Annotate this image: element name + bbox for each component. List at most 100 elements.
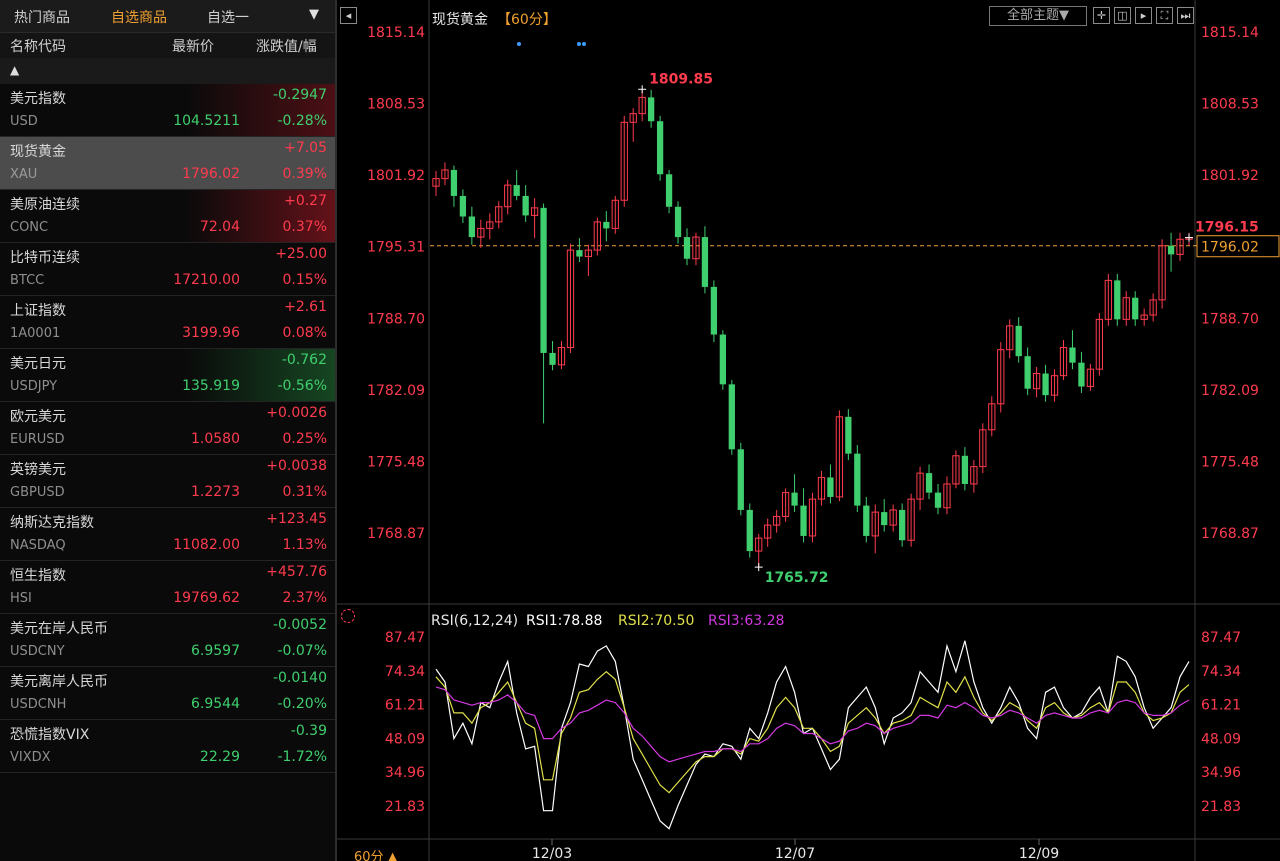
change-percent: 1.13%: [282, 537, 327, 553]
instrument-code: CONC: [10, 220, 49, 235]
candle-body-down: [468, 216, 475, 238]
watchlist-row[interactable]: 美原油连续 CONC 72.04 +0.27 0.37%: [0, 190, 335, 243]
latest-price: 3199.96: [182, 325, 240, 341]
watchlist-row[interactable]: 恒生指数 HSI 19769.62 +457.76 2.37%: [0, 561, 335, 614]
latest-price: 11082.00: [173, 537, 240, 553]
rsi-series-line-rsi2: [435, 670, 1190, 794]
candle-body-down: [549, 352, 556, 365]
chart-canvas[interactable]: 1815.14 1815.14 1808.53 1808.53 1801.92 1801.…: [337, 0, 1280, 861]
instrument-name: 恐慌指数VIX: [10, 727, 90, 743]
candle-body-down: [522, 195, 529, 216]
rsi3-value: RSI3:63.28: [708, 613, 785, 629]
tab-custom-list[interactable]: 自选一: [207, 7, 249, 27]
tab-hot-products[interactable]: 热门商品: [14, 7, 70, 27]
chart-area: 1815.14 1815.14 1808.53 1808.53 1801.92 1801.…: [337, 0, 1280, 861]
column-name-code[interactable]: 名称代码: [10, 36, 66, 56]
watchlist-row[interactable]: 欧元美元 EURUSD 1.0580 +0.0026 0.25%: [0, 402, 335, 455]
fullscreen-icon[interactable]: ⛶: [1156, 7, 1173, 24]
tab-favorites[interactable]: 自选商品: [111, 7, 167, 27]
change-value: +0.0026: [266, 405, 327, 421]
high-price-label: 1809.85: [649, 71, 713, 87]
rsi-axis-tick-left: 21.83: [385, 799, 425, 815]
watchlist-row[interactable]: 美元日元 USDJPY 135.919 -0.762 -0.56%: [0, 349, 335, 402]
change-value: -0.0052: [272, 617, 327, 633]
candle-body-down: [1132, 297, 1139, 320]
watchlist-row[interactable]: 上证指数 1A0001 3199.96 +2.61 0.08%: [0, 296, 335, 349]
last-price-label: 1796.15: [1195, 220, 1259, 236]
watchlist-row[interactable]: 现货黄金 XAU 1796.02 +7.05 0.39%: [0, 137, 335, 190]
instrument-code: 1A0001: [10, 326, 61, 341]
end-bar-icon[interactable]: ⏭: [1177, 7, 1194, 24]
rsi-label: RSI(6,12,24): [431, 613, 519, 629]
change-value: -0.762: [281, 352, 327, 368]
price-axis-tick-right: 1782.09: [1201, 383, 1259, 399]
instrument-name: 美元离岸人民币: [10, 674, 108, 690]
candle-body-down: [719, 334, 726, 385]
candle-body-down: [899, 509, 906, 541]
next-frame-icon[interactable]: ▸: [1135, 7, 1152, 24]
column-latest-price[interactable]: 最新价: [172, 36, 214, 56]
watchlist-row[interactable]: 恐慌指数VIX VIXDX 22.29 -0.39 -1.72%: [0, 720, 335, 773]
crosshair-icon[interactable]: ✛: [1093, 7, 1110, 24]
split-layout-icon[interactable]: ◫: [1114, 7, 1131, 24]
candle-body-down: [576, 250, 583, 257]
time-axis-label: 12/09: [1019, 846, 1059, 861]
instrument-code: USDCNY: [10, 644, 65, 659]
rsi-axis-tick-right: 48.09: [1201, 731, 1241, 747]
watchlist-row[interactable]: 美元离岸人民币 USDCNH 6.9544 -0.0140 -0.20%: [0, 667, 335, 720]
candle-body-down: [665, 174, 673, 207]
candle-body-down: [603, 221, 610, 229]
candle-body-down: [450, 169, 458, 196]
chart-period: 【60分】: [497, 12, 557, 28]
latest-price: 1796.02: [182, 166, 240, 182]
period-selector[interactable]: 60分 ▲: [354, 846, 398, 861]
column-change[interactable]: 涨跌值/幅: [256, 36, 317, 56]
watchlist-panel: 热门商品 自选商品 自选一 ▼ 名称代码 最新价 涨跌值/幅 ▲ 美元指数 USD…: [0, 0, 335, 861]
indicator-settings-icon[interactable]: [341, 609, 355, 623]
latest-price: 6.9544: [191, 696, 240, 712]
change-value: +0.0038: [266, 458, 327, 474]
candle-body-down: [459, 195, 467, 217]
rsi1-value: RSI1:78.88: [526, 613, 603, 629]
rsi-axis-tick-left: 74.34: [385, 664, 425, 680]
chart-title: 现货黄金: [432, 12, 488, 28]
price-axis-tick-left: 1815.14: [367, 25, 425, 41]
candle-body-down: [683, 237, 691, 259]
change-value: -0.39: [290, 723, 327, 739]
latest-price: 6.9597: [191, 643, 240, 659]
theme-select-button[interactable]: 全部主题▼: [989, 6, 1087, 26]
instrument-name: 比特币连续: [10, 250, 80, 266]
price-axis-tick-right: 1801.92: [1201, 168, 1259, 184]
change-value: +2.61: [284, 299, 327, 315]
candle-body-down: [674, 206, 682, 238]
sort-up-icon[interactable]: ▲: [10, 63, 19, 77]
candle-body-down: [710, 286, 718, 335]
instrument-code: USDJPY: [10, 379, 58, 394]
watchlist-row[interactable]: 英镑美元 GBPUSD 1.2273 +0.0038 0.31%: [0, 455, 335, 508]
price-axis-tick-left: 1795.31: [367, 240, 425, 256]
watchlist-row[interactable]: 比特币连续 BTCC 17210.00 +25.00 0.15%: [0, 243, 335, 296]
candle-body-down: [1024, 356, 1031, 389]
change-value: +7.05: [284, 140, 327, 156]
candle-body-down: [827, 477, 834, 497]
instrument-name: 现货黄金: [10, 144, 66, 160]
tab-dropdown-icon[interactable]: ▼: [309, 7, 319, 22]
collapse-panel-icon[interactable]: ◂: [340, 7, 357, 24]
candle-body-down: [800, 505, 807, 536]
watchlist-row[interactable]: 纳斯达克指数 NASDAQ 11082.00 +123.45 1.13%: [0, 508, 335, 561]
change-percent: 0.08%: [282, 325, 327, 341]
instrument-name: 纳斯达克指数: [10, 515, 94, 531]
watchlist-row[interactable]: 美元指数 USD 104.5211 -0.2947 -0.28%: [0, 84, 335, 137]
candle-body-down: [701, 237, 709, 287]
event-marker: [582, 42, 586, 46]
latest-price: 135.919: [182, 378, 240, 394]
watchlist-rows: 美元指数 USD 104.5211 -0.2947 -0.28% 现货黄金 XAU 1796.…: [0, 84, 335, 773]
price-axis-tick-right: 1775.48: [1201, 454, 1259, 470]
candle-body-down: [1114, 280, 1121, 320]
watchlist-row[interactable]: 美元在岸人民币 USDCNY 6.9597 -0.0052 -0.07%: [0, 614, 335, 667]
candle-body-down: [791, 492, 798, 506]
change-value: +25.00: [275, 246, 327, 262]
rsi-axis-tick-left: 48.09: [385, 731, 425, 747]
price-axis-tick-left: 1768.87: [367, 526, 425, 542]
change-percent: 0.37%: [282, 219, 327, 235]
